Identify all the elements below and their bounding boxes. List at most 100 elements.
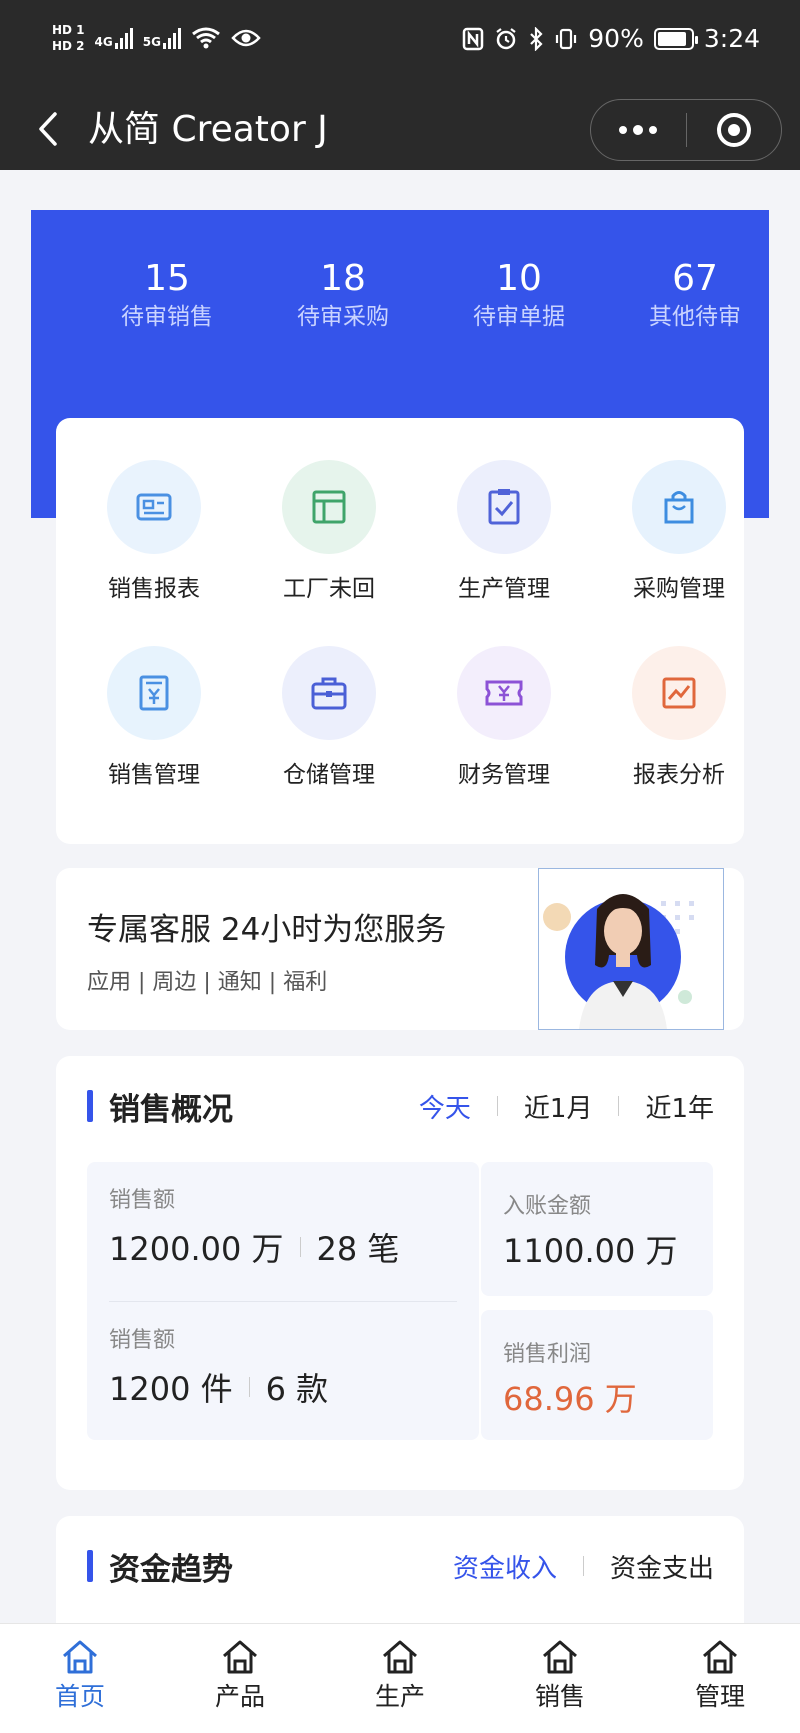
target-icon	[716, 113, 751, 147]
tab-sales[interactable]: 销售	[480, 1624, 640, 1733]
grid-item-report-analysis[interactable]: 报表分析	[604, 646, 754, 792]
grid-item-label: 生产管理	[458, 576, 550, 602]
section-accent-bar	[87, 1090, 93, 1122]
eye-icon	[231, 29, 261, 47]
pending-label: 待审单据	[473, 304, 565, 330]
fund-tabs: 资金收入 资金支出	[453, 1546, 714, 1586]
clipboard-check-icon	[457, 460, 551, 554]
signal-4g-icon: 4G	[95, 27, 133, 49]
back-button[interactable]	[28, 104, 68, 154]
tab-home[interactable]: 首页	[0, 1624, 160, 1733]
received-amount-box: 入账金额 1100.00 万	[481, 1162, 713, 1296]
pending-stat-sales[interactable]: 15 待审销售	[92, 258, 242, 334]
net1-label: 4G	[94, 35, 113, 49]
bluetooth-icon	[530, 26, 543, 51]
home-icon	[223, 1640, 257, 1674]
more-button[interactable]	[591, 100, 686, 160]
pending-stat-other[interactable]: 67 其他待审	[620, 258, 770, 334]
briefcase-icon	[282, 646, 376, 740]
tab-divider	[582, 1556, 584, 1576]
tab-last-month[interactable]: 近1月	[524, 1088, 593, 1125]
grid-item-label: 采购管理	[633, 576, 725, 602]
page-title: 从简 Creator J	[88, 109, 328, 150]
grid-item-sales-report[interactable]: 销售报表	[79, 460, 229, 606]
customer-service-card[interactable]: 专属客服 24小时为您服务 应用 | 周边 | 通知 | 福利	[56, 868, 744, 1030]
battery-icon	[653, 27, 698, 50]
section-accent-bar	[87, 1550, 93, 1582]
tab-today[interactable]: 今天	[419, 1088, 471, 1125]
nfc-icon	[463, 27, 484, 50]
metric-value-b: 28 笔	[316, 1230, 400, 1268]
grid-item-label: 销售报表	[108, 576, 200, 602]
tab-fund-income[interactable]: 资金收入	[453, 1548, 557, 1585]
tab-label: 销售	[534, 1682, 585, 1711]
value-divider	[248, 1377, 250, 1397]
section-title: 销售概况	[109, 1091, 233, 1128]
grid-item-warehouse[interactable]: 仓储管理	[254, 646, 404, 792]
chevron-left-icon	[39, 112, 57, 146]
tab-label: 管理	[694, 1682, 745, 1711]
pending-count: 18	[320, 258, 366, 299]
home-icon	[703, 1640, 737, 1674]
grid-item-production[interactable]: 生产管理	[429, 460, 579, 606]
sales-period-tabs: 今天 近1月 近1年	[419, 1086, 714, 1126]
pending-count: 15	[144, 258, 190, 299]
nav-bar: 从简 Creator J	[0, 90, 800, 170]
tab-production[interactable]: 生产	[320, 1624, 480, 1733]
vibrate-icon	[556, 28, 577, 49]
service-title: 专属客服 24小时为您服务	[87, 912, 447, 948]
signal-5g-icon: 5G	[143, 27, 181, 49]
yen-ticket-icon	[457, 646, 551, 740]
tab-products[interactable]: 产品	[160, 1624, 320, 1733]
chart-line-icon	[632, 646, 726, 740]
metric-value-received: 1100.00 万	[503, 1232, 678, 1270]
tab-management[interactable]: 管理	[640, 1624, 800, 1733]
status-left: HD 1 HD 2 4G 5G	[52, 22, 261, 54]
value-divider	[299, 1237, 301, 1257]
grid-item-label: 仓储管理	[283, 762, 375, 788]
clock-time: 3:24	[703, 24, 760, 53]
sales-overview-card: 销售概况 今天 近1月 近1年 销售额 1200.00 万 28 笔 销售额 1…	[56, 1056, 744, 1490]
close-mini-program-button[interactable]	[687, 100, 782, 160]
pending-label: 待审销售	[121, 304, 213, 330]
grid-item-purchase[interactable]: 采购管理	[604, 460, 754, 606]
service-agent-avatar	[538, 868, 724, 1030]
metric-value-b: 6 款	[265, 1370, 329, 1408]
tab-label: 产品	[214, 1682, 265, 1711]
service-subtitle: 应用 | 周边 | 通知 | 福利	[87, 970, 328, 995]
tab-last-year[interactable]: 近1年	[645, 1088, 714, 1125]
tab-divider	[618, 1096, 620, 1116]
sales-profit-box: 销售利润 68.96 万	[481, 1310, 713, 1440]
grid-item-sales-management[interactable]: 销售管理	[79, 646, 229, 792]
net2-label: 5G	[142, 35, 161, 49]
pending-stat-documents[interactable]: 10 待审单据	[444, 258, 594, 334]
metric-value-sales-amount: 1200.00 万 28 笔	[109, 1224, 399, 1270]
hd-indicator: HD 1 HD 2	[52, 22, 85, 54]
tab-label: 首页	[54, 1682, 105, 1711]
wifi-icon	[192, 27, 220, 49]
grid-item-factory-pending[interactable]: 工厂未回	[254, 460, 404, 606]
function-grid-card: 销售报表 工厂未回 生产管理 采购管理 销售管理 仓储管理 财务管理 报表分析	[56, 418, 744, 844]
metric-label: 销售额	[109, 1328, 176, 1353]
grid-item-label: 财务管理	[458, 762, 550, 788]
tab-label: 生产	[374, 1682, 425, 1711]
metric-value-a: 1200.00 万	[109, 1230, 284, 1268]
metric-label: 入账金额	[503, 1194, 592, 1219]
pending-label: 其他待审	[649, 304, 741, 330]
grid-item-label: 工厂未回	[283, 576, 375, 602]
pending-stat-purchase[interactable]: 18 待审采购	[268, 258, 418, 334]
tab-fund-expense[interactable]: 资金支出	[610, 1548, 714, 1585]
home-icon	[383, 1640, 417, 1674]
metric-value-sales-quantity: 1200 件 6 款	[109, 1364, 328, 1410]
metric-divider	[109, 1301, 457, 1302]
alarm-icon	[496, 27, 516, 49]
status-right: 90% 3:24	[462, 24, 760, 53]
tab-divider	[496, 1096, 498, 1116]
status-bar: HD 1 HD 2 4G 5G 90% 3:24	[0, 0, 800, 90]
hd1-label: HD 1	[52, 23, 85, 37]
grid-item-label: 销售管理	[108, 762, 200, 788]
home-icon	[543, 1640, 577, 1674]
grid-item-finance[interactable]: 财务管理	[429, 646, 579, 792]
shopping-bag-icon	[632, 460, 726, 554]
yen-document-icon	[107, 646, 201, 740]
